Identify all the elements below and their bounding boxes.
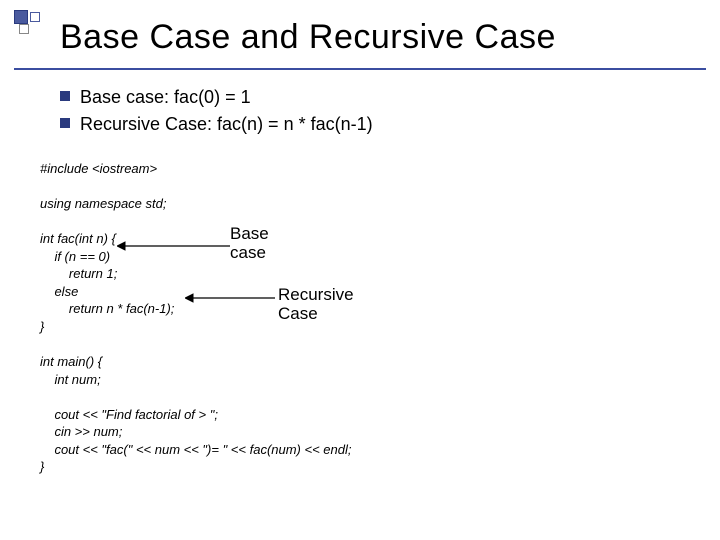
code-line: } [40, 459, 44, 474]
code-line: int num; [40, 372, 101, 387]
annotation-recursive-case: Recursive Case [278, 286, 354, 323]
code-line: #include <iostream> [40, 161, 157, 176]
title-underline [14, 68, 706, 70]
arrow-base-case [117, 240, 230, 252]
code-line: cout << "Find factorial of > "; [40, 407, 218, 422]
bullet-item: Base case: fac(0) = 1 [60, 84, 373, 111]
annotation-line: Case [278, 305, 354, 324]
slide-title: Base Case and Recursive Case [60, 18, 700, 57]
code-line: int main() { [40, 354, 102, 369]
deco-square-outline-2 [19, 24, 29, 34]
code-line: cout << "fac(" << num << ")= " << fac(nu… [40, 442, 352, 457]
bullet-list: Base case: fac(0) = 1 Recursive Case: fa… [60, 84, 373, 138]
code-line: using namespace std; [40, 196, 166, 211]
bullet-text: Base case: fac(0) = 1 [80, 84, 251, 111]
deco-square-outline-1 [30, 12, 40, 22]
bullet-square-icon [60, 91, 70, 101]
annotation-line: case [230, 244, 269, 263]
slide: Base Case and Recursive Case Base case: … [0, 0, 720, 540]
code-line: if (n == 0) [40, 249, 110, 264]
bullet-square-icon [60, 118, 70, 128]
bullet-text: Recursive Case: fac(n) = n * fac(n-1) [80, 111, 373, 138]
arrow-recursive-case [185, 292, 275, 304]
annotation-base-case: Base case [230, 225, 269, 262]
code-line: } [40, 319, 44, 334]
code-line: cin >> num; [40, 424, 122, 439]
annotation-line: Base [230, 225, 269, 244]
bullet-item: Recursive Case: fac(n) = n * fac(n-1) [60, 111, 373, 138]
deco-square-filled [14, 10, 28, 24]
code-line: return 1; [40, 266, 117, 281]
code-line: return n * fac(n-1); [40, 301, 174, 316]
annotation-line: Recursive [278, 286, 354, 305]
code-line: int fac(int n) { [40, 231, 116, 246]
code-line: else [40, 284, 78, 299]
